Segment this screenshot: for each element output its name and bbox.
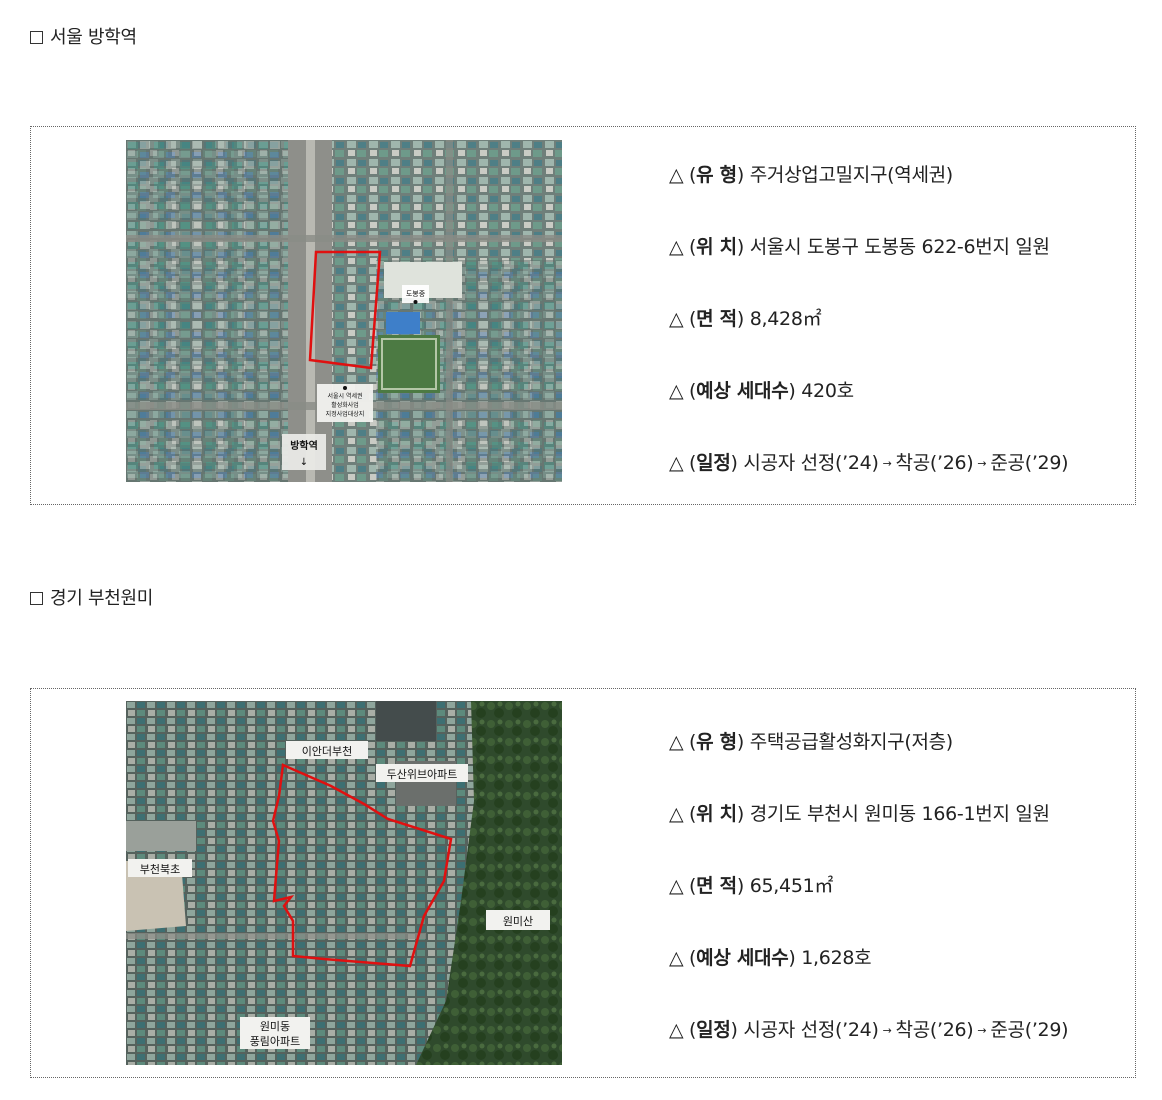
info-value: 경기도 부천시 원미동 166-1번지 일원 (749, 803, 1050, 825)
info-row-area: △ (면 적) 8,428㎡ (669, 308, 822, 330)
info-label: 위 치 (696, 803, 737, 825)
triangle-icon: △ (669, 875, 684, 897)
info-label: 위 치 (696, 236, 737, 258)
info-value: 준공(’29) (990, 1019, 1069, 1041)
aerial-photo-banghak: 도봉중 서울시 역세권 활성화사업 지정사업대상지 방학역 ↓ (126, 140, 562, 482)
info-row-location: △ (위 치) 서울시 도봉구 도봉동 622-6번지 일원 (669, 236, 1050, 258)
map-label-wonmidong: 원미동 (260, 1020, 290, 1033)
triangle-icon: △ (669, 731, 684, 753)
info-row-schedule: △ (일정) 시공자 선정(’24) → 착공(’26) → 준공(’29) (669, 1019, 1069, 1041)
down-arrow-icon: ↓ (300, 457, 308, 468)
info-value: 시공자 선정(’24) (743, 1019, 879, 1041)
info-value: 시공자 선정(’24) (743, 452, 879, 474)
arrow-right-icon: → (977, 1024, 987, 1037)
project-card-wonmi: 이안더부천 두산위브아파트 부천북초 원미산 원미동 풍림아파트 △ (유 형)… (30, 688, 1136, 1078)
info-label: 예상 세대수 (696, 380, 789, 402)
school-map-label: 도봉중 (406, 290, 426, 298)
info-row-schedule: △ (일정) 시공자 선정(’24) → 착공(’26) → 준공(’29) (669, 452, 1069, 474)
project-card-banghak: 도봉중 서울시 역세권 활성화사업 지정사업대상지 방학역 ↓ △ (유 형) … (30, 126, 1136, 505)
info-label: 예상 세대수 (696, 947, 789, 969)
arrow-right-icon: → (977, 457, 987, 470)
info-label: 일정 (696, 452, 731, 474)
info-row-area: △ (면 적) 65,451㎡ (669, 875, 834, 897)
info-label: 면 적 (696, 875, 737, 897)
map-label-wonmisan: 원미산 (503, 915, 533, 928)
triangle-icon: △ (669, 1019, 684, 1041)
info-row-type: △ (유 형) 주거상업고밀지구(역세권) (669, 164, 954, 186)
info-value: 1,628호 (801, 947, 872, 969)
info-value: 420호 (801, 380, 854, 402)
section-title-text: 서울 방학역 (50, 27, 137, 48)
info-row-type: △ (유 형) 주택공급활성화지구(저층) (669, 731, 954, 753)
notice-map-label-3: 지정사업대상지 (326, 410, 365, 418)
info-row-households: △ (예상 세대수) 420호 (669, 380, 854, 402)
triangle-icon: △ (669, 380, 684, 402)
info-row-households: △ (예상 세대수) 1,628호 (669, 947, 872, 969)
info-value: 착공(’26) (895, 452, 974, 474)
section-title-2: 경기 부천원미 (30, 584, 153, 610)
info-value: 주택공급활성화지구(저층) (749, 731, 954, 753)
info-label: 유 형 (696, 164, 737, 186)
info-value: 착공(’26) (895, 1019, 974, 1041)
triangle-icon: △ (669, 452, 684, 474)
aerial-photo-wonmi: 이안더부천 두산위브아파트 부천북초 원미산 원미동 풍림아파트 (126, 701, 562, 1065)
triangle-icon: △ (669, 803, 684, 825)
section-title-1: 서울 방학역 (30, 23, 137, 49)
triangle-icon: △ (669, 308, 684, 330)
info-label: 일정 (696, 1019, 731, 1041)
info-value: 서울시 도봉구 도봉동 622-6번지 일원 (749, 236, 1050, 258)
checkbox-square-icon (30, 592, 43, 605)
info-value: 8,428㎡ (749, 308, 822, 330)
map-label-punglim: 풍림아파트 (250, 1035, 301, 1048)
info-label: 면 적 (696, 308, 737, 330)
info-value: 주거상업고밀지구(역세권) (749, 164, 954, 186)
info-label: 유 형 (696, 731, 737, 753)
checkbox-square-icon (30, 31, 43, 44)
info-value: 준공(’29) (990, 452, 1069, 474)
map-label-ian: 이안더부천 (302, 744, 353, 758)
notice-map-label-2: 활성화사업 (331, 401, 359, 409)
triangle-icon: △ (669, 947, 684, 969)
triangle-icon: △ (669, 236, 684, 258)
section-title-text: 경기 부천원미 (50, 588, 153, 609)
info-row-location: △ (위 치) 경기도 부천시 원미동 166-1번지 일원 (669, 803, 1050, 825)
arrow-right-icon: → (882, 457, 892, 470)
arrow-right-icon: → (882, 1024, 892, 1037)
station-map-label: 방학역 (290, 439, 318, 452)
notice-map-label-1: 서울시 역세권 (327, 392, 362, 400)
map-label-bucheonbukcho: 부천북초 (140, 862, 180, 876)
map-label-doosan: 두산위브아파트 (387, 768, 458, 781)
info-value: 65,451㎡ (749, 875, 834, 897)
triangle-icon: △ (669, 164, 684, 186)
